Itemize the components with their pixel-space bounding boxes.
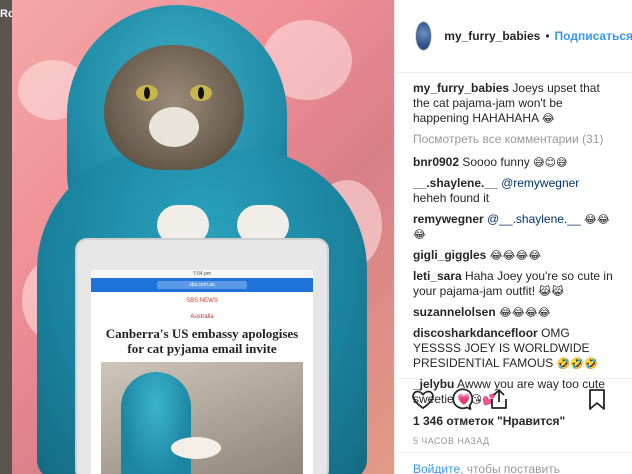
heart-icon[interactable]: [411, 387, 435, 411]
header-username[interactable]: my_furry_babies: [444, 29, 540, 43]
list-item: leti_sara Haha Joey you're so cute in yo…: [413, 269, 615, 299]
post-sidebar: my_furry_babies • Подписаться my_furry_b…: [394, 0, 632, 474]
comment-username[interactable]: gigli_giggles: [413, 248, 486, 262]
header-separator: •: [545, 29, 550, 43]
list-item: remywegner @__.shaylene.__ 😂😂😂: [413, 212, 615, 242]
post-timestamp[interactable]: 5 ЧАСОВ НАЗАД: [413, 436, 490, 446]
tablet-url: sbs.com.au: [157, 281, 247, 289]
view-all-comments-link[interactable]: Посмотреть все комментарии (31): [413, 132, 615, 147]
comment-emoji: 😂😂😂😂: [499, 306, 551, 319]
backdrop-left: Ro: [0, 0, 15, 474]
caption-emoji: 😂: [541, 112, 555, 125]
tablet: 7:04 pm sbs.com.au SBS NEWS Australia Ca…: [75, 238, 329, 474]
follow-button[interactable]: Подписаться: [555, 29, 632, 43]
login-link[interactable]: Войдите: [413, 462, 460, 474]
caption: my_furry_babies Joeys upset that the cat…: [413, 81, 615, 126]
comment-emoji: 😂😂😂😂: [489, 249, 542, 262]
post-header: my_furry_babies • Подписаться: [395, 0, 632, 73]
comment-mention[interactable]: @remywegner: [501, 176, 579, 190]
news-image: [101, 362, 303, 474]
list-item: suzannelolsen 😂😂😂😂: [413, 305, 615, 320]
news-section: Australia: [190, 314, 214, 320]
likes-count[interactable]: 1 346 отметок "Нравится": [413, 414, 565, 428]
post-photo[interactable]: 7:04 pm sbs.com.au SBS NEWS Australia Ca…: [12, 0, 394, 474]
avatar[interactable]: [415, 21, 433, 51]
list-item: bnr0902 Soooo funny 😅😊😅: [413, 155, 615, 170]
news-logo: SBS NEWS: [186, 298, 218, 304]
comment-username[interactable]: bnr0902: [413, 155, 459, 169]
comment-username[interactable]: __.shaylene.__: [413, 176, 498, 190]
comment-username[interactable]: remywegner: [413, 212, 484, 226]
login-prompt: Войдите, чтобы поставить: [395, 452, 632, 474]
comments-list: my_furry_babies Joeys upset that the cat…: [395, 73, 632, 407]
list-item: __.shaylene.__ @remywegner heheh found i…: [413, 176, 615, 206]
action-bar: [395, 378, 632, 418]
comment-username[interactable]: suzannelolsen: [413, 305, 496, 319]
share-icon[interactable]: [487, 387, 511, 411]
list-item: gigli_giggles 😂😂😂😂: [413, 248, 615, 263]
news-headline: Canberra's US embassy apologises for cat…: [105, 326, 299, 356]
comment-text: heheh found it: [413, 191, 490, 205]
tablet-screen: 7:04 pm sbs.com.au SBS NEWS Australia Ca…: [91, 270, 313, 474]
comment-text: Soooo funny: [462, 155, 530, 169]
comment-mention[interactable]: @__.shaylene.__: [487, 212, 581, 226]
login-text: , чтобы поставить: [460, 462, 560, 474]
comment-emoji: 🤣🤣🤣: [556, 357, 598, 370]
comment-emoji: 😹😹: [538, 285, 565, 298]
list-item: discosharkdancefloor OMG YESSSS JOEY IS …: [413, 326, 615, 371]
tablet-status: 7:04 pm: [91, 270, 313, 278]
caption-username[interactable]: my_furry_babies: [413, 81, 509, 95]
tablet-urlbar: sbs.com.au: [91, 278, 313, 292]
comment-username[interactable]: leti_sara: [413, 269, 462, 283]
comment-username[interactable]: discosharkdancefloor: [413, 326, 538, 340]
cat-face: [104, 45, 244, 170]
comment-emoji: 😅😊😅: [533, 156, 568, 169]
bookmark-icon[interactable]: [585, 387, 609, 411]
comment-icon[interactable]: [449, 387, 474, 411]
